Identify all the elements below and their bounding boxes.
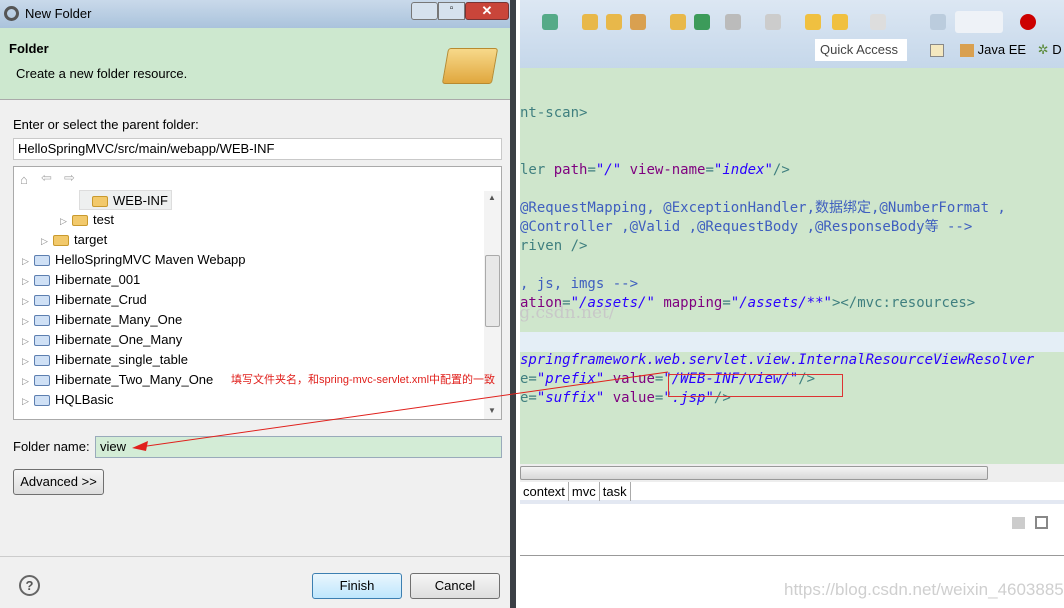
annotation-arrow <box>132 371 669 451</box>
